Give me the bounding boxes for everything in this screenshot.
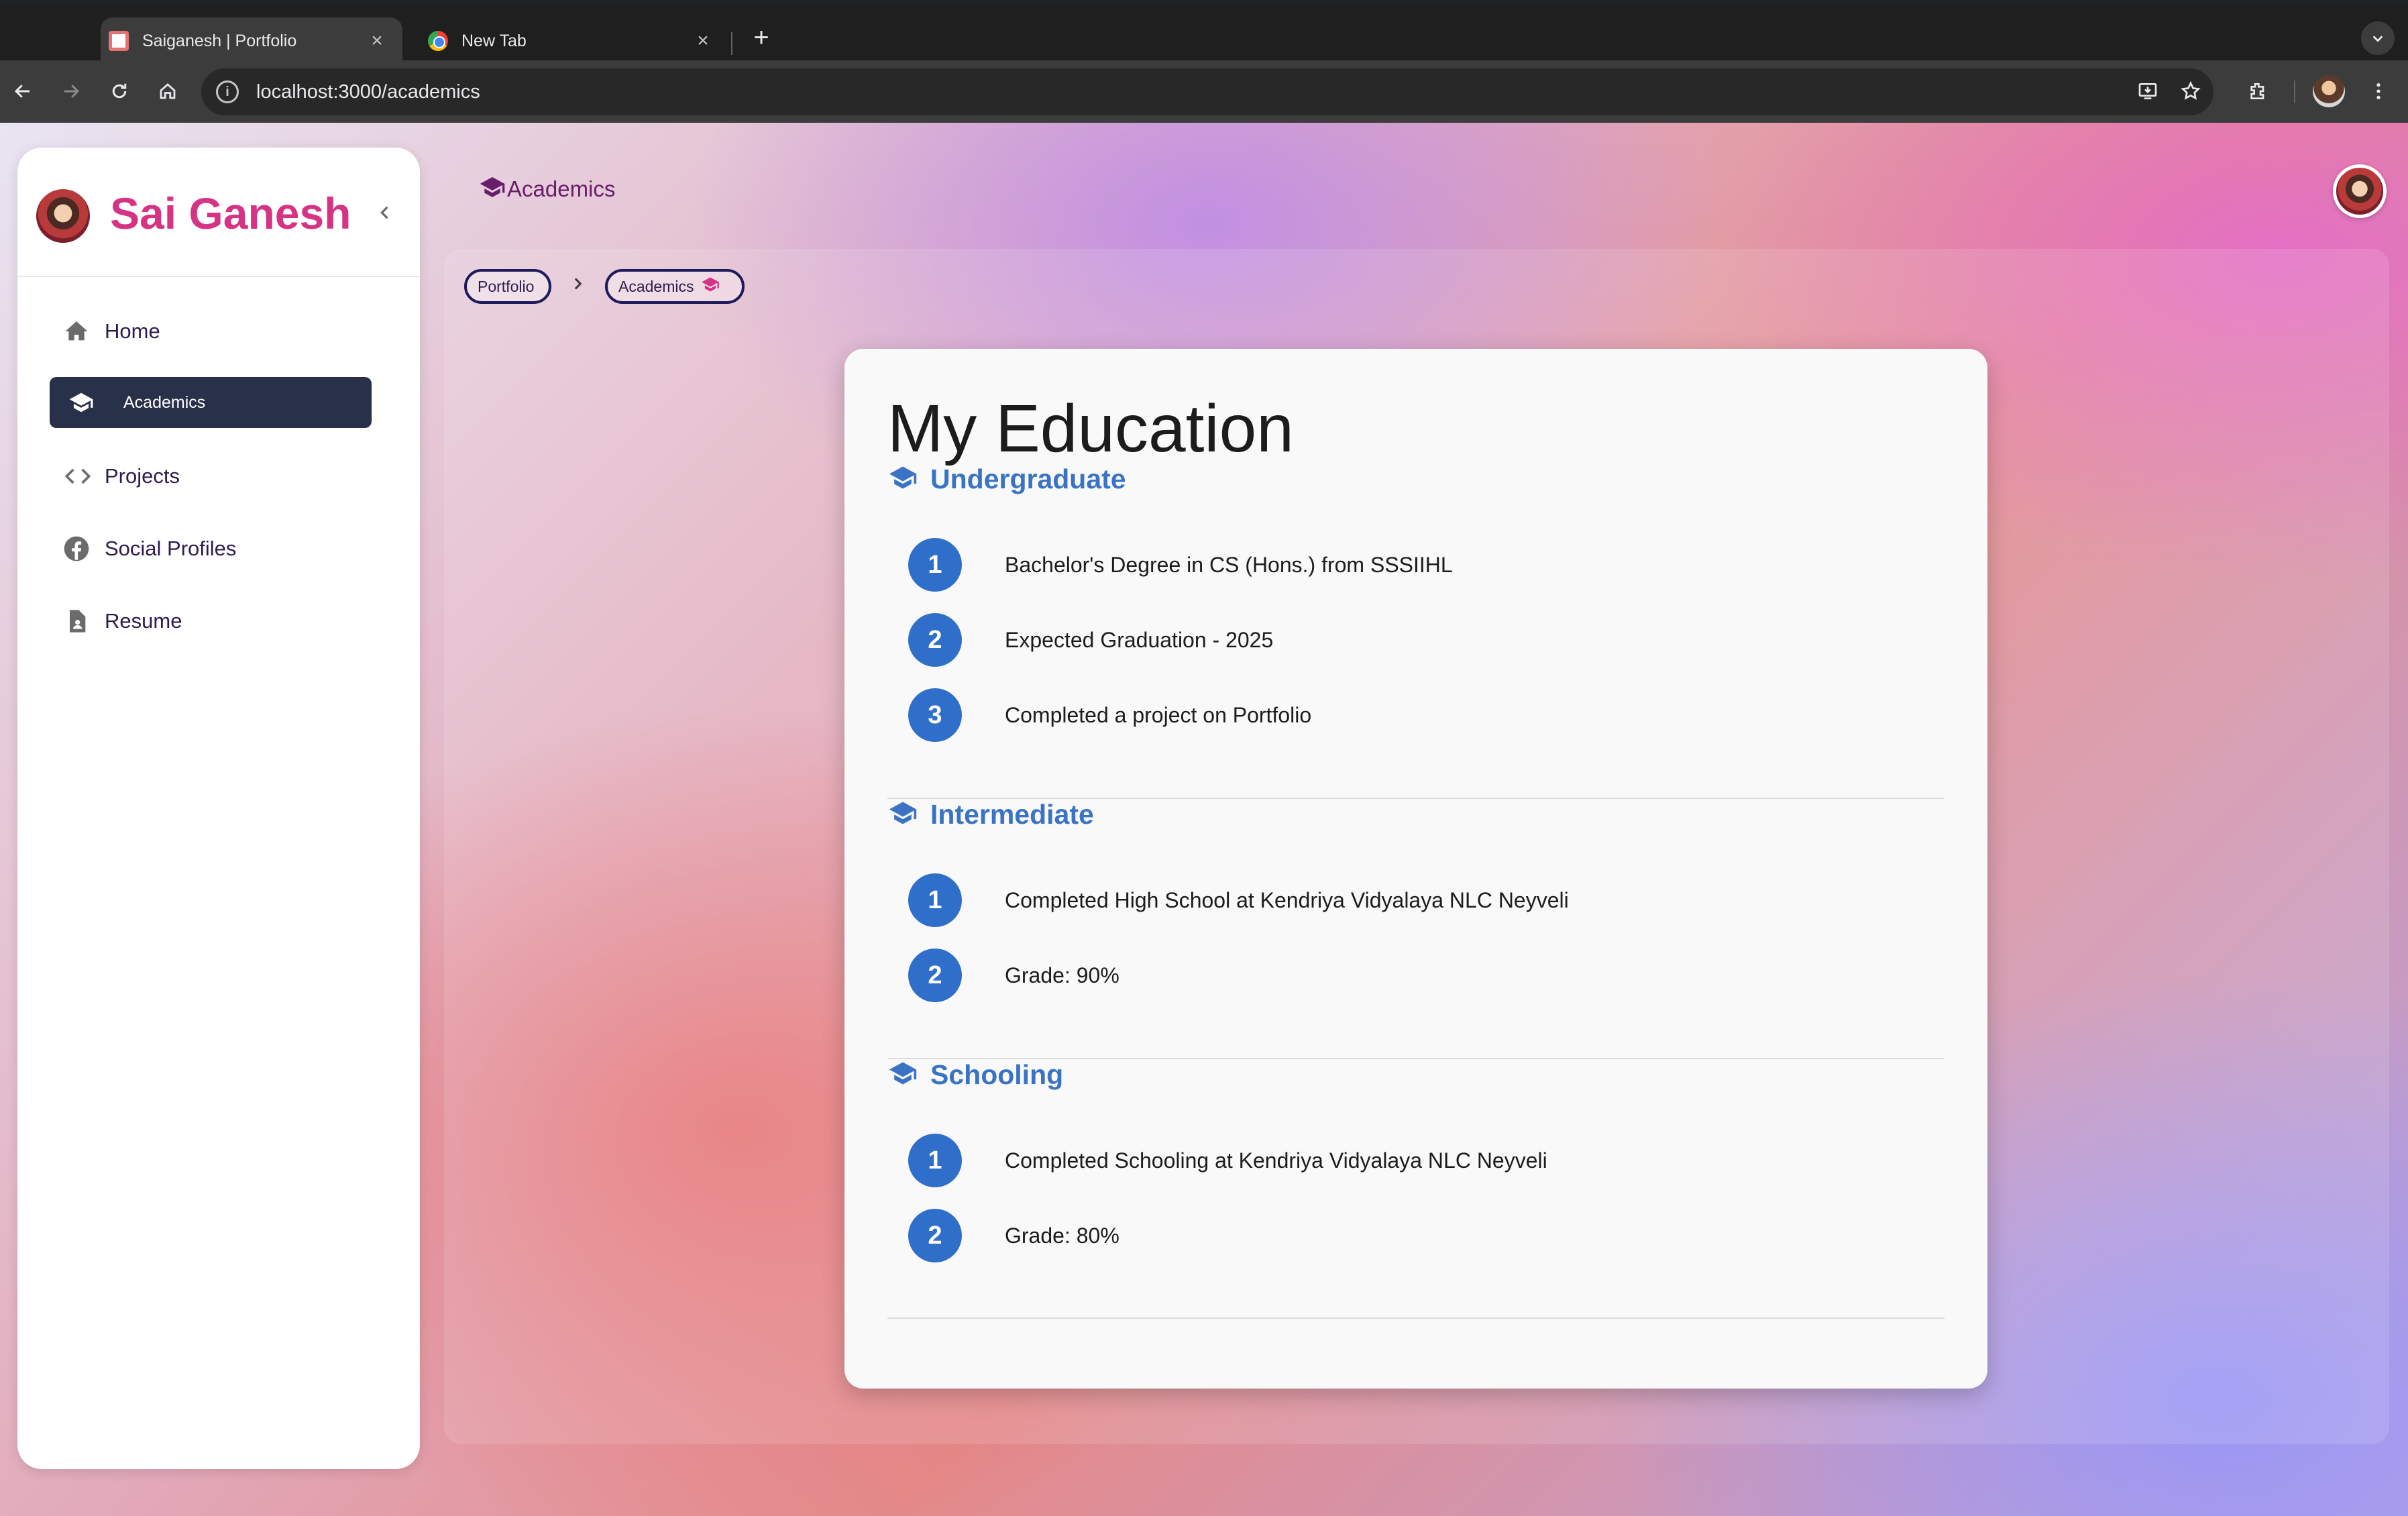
- list-item-text: Completed a project on Portfolio: [1005, 702, 1312, 727]
- sidebar-item-label: Home: [105, 319, 160, 343]
- extensions-icon[interactable]: [2240, 74, 2275, 109]
- sidebar-item-academics[interactable]: Academics: [50, 377, 372, 428]
- sidebar-item-resume[interactable]: Resume: [44, 594, 393, 648]
- chrome-favicon-icon: [428, 31, 448, 51]
- number-badge: 3: [908, 688, 962, 742]
- portfolio-favicon-icon: [109, 31, 129, 51]
- number-badge: 1: [908, 1134, 962, 1187]
- graduation-cap-icon: [478, 174, 507, 204]
- number-badge: 2: [908, 949, 962, 1002]
- number-badge: 1: [908, 538, 962, 592]
- list-item: 2 Grade: 80%: [908, 1209, 1119, 1262]
- bookmark-star-icon[interactable]: [2173, 74, 2208, 109]
- graduation-cap-icon: [700, 275, 720, 298]
- back-icon[interactable]: [5, 74, 40, 109]
- sidebar-item-projects[interactable]: Projects: [44, 449, 393, 503]
- tab-search-chevron-icon[interactable]: [2361, 21, 2395, 55]
- home-icon: [44, 318, 105, 345]
- list-item: 3 Completed a project on Portfolio: [908, 688, 1311, 742]
- address-bar[interactable]: i localhost:3000/academics: [201, 68, 2213, 115]
- section-heading-intermediate: Intermediate: [887, 798, 1094, 831]
- number-badge: 2: [908, 1209, 962, 1262]
- sidebar-header: Sai Ganesh: [17, 148, 420, 277]
- home-icon[interactable]: [150, 74, 185, 109]
- list-item-text: Completed Schooling at Kendriya Vidyalay…: [1005, 1148, 1547, 1173]
- sidebar-item-home[interactable]: Home: [44, 305, 393, 358]
- sidebar-item-label: Resume: [105, 609, 182, 633]
- page-viewport: Sai Ganesh Home Academics Projects Socia…: [0, 123, 2408, 1516]
- browser-profile-avatar[interactable]: [2313, 75, 2345, 107]
- avatar: [36, 189, 90, 243]
- graduation-cap-icon: [50, 390, 123, 415]
- section-heading-label: Intermediate: [930, 799, 1094, 830]
- site-info-icon[interactable]: i: [216, 80, 239, 103]
- list-item-text: Grade: 80%: [1005, 1223, 1119, 1248]
- education-title: My Education: [887, 391, 1294, 466]
- tab-portfolio[interactable]: Saiganesh | Portfolio ×: [101, 17, 402, 64]
- sidebar-item-label: Social Profiles: [105, 537, 237, 560]
- education-card: My Education Undergraduate 1 Bachelor's …: [844, 349, 1987, 1389]
- reload-icon[interactable]: [102, 74, 137, 109]
- section-heading-schooling: Schooling: [887, 1059, 1063, 1091]
- breadcrumb-portfolio[interactable]: Portfolio: [464, 269, 551, 304]
- list-item: 1 Completed High School at Kendriya Vidy…: [908, 873, 1569, 927]
- browser-toolbar: i localhost:3000/academics: [0, 60, 2408, 123]
- toolbar-separator: [2294, 80, 2295, 103]
- sidebar-name: Sai Ganesh: [110, 188, 351, 238]
- install-app-icon[interactable]: [2130, 74, 2165, 109]
- forward-icon[interactable]: [54, 74, 89, 109]
- list-item: 1 Completed Schooling at Kendriya Vidyal…: [908, 1134, 1547, 1187]
- graduation-cap-icon: [887, 798, 918, 831]
- list-item-text: Expected Graduation - 2025: [1005, 627, 1274, 652]
- code-icon: [44, 463, 105, 490]
- list-item-text: Bachelor's Degree in CS (Hons.) from SSS…: [1005, 552, 1453, 577]
- document-icon: [44, 608, 105, 635]
- section-heading-label: Undergraduate: [930, 464, 1126, 494]
- list-item-text: Completed High School at Kendriya Vidyal…: [1005, 887, 1569, 912]
- tab-strip: Saiganesh | Portfolio × New Tab × +: [0, 5, 2408, 64]
- breadcrumb-label: Academics: [618, 277, 694, 295]
- graduation-cap-icon: [887, 463, 918, 496]
- number-badge: 1: [908, 873, 962, 927]
- section-heading-label: Schooling: [930, 1059, 1064, 1090]
- sidebar-item-label: Academics: [123, 392, 206, 412]
- breadcrumb-label: Portfolio: [478, 277, 535, 295]
- sidebar-item-social-profiles[interactable]: Social Profiles: [44, 522, 393, 576]
- tab-title: New Tab: [461, 31, 527, 50]
- tab-title: Saiganesh | Portfolio: [142, 31, 297, 50]
- sidebar: Sai Ganesh Home Academics Projects Socia…: [17, 148, 420, 1469]
- breadcrumb-academics[interactable]: Academics: [605, 269, 745, 304]
- sidebar-item-label: Projects: [105, 464, 180, 488]
- new-tab-button[interactable]: +: [745, 23, 778, 53]
- close-tab-icon[interactable]: ×: [365, 30, 389, 52]
- number-badge: 2: [908, 613, 962, 667]
- list-item-text: Grade: 90%: [1005, 963, 1119, 987]
- list-item: 2 Grade: 90%: [908, 949, 1119, 1002]
- close-tab-icon[interactable]: ×: [691, 30, 715, 52]
- list-item: 2 Expected Graduation - 2025: [908, 613, 1273, 667]
- facebook-icon: [44, 535, 105, 562]
- page-title-label: Academics: [507, 176, 616, 201]
- section-divider: [887, 1317, 1945, 1319]
- collapse-sidebar-icon[interactable]: [376, 200, 394, 229]
- url-text: localhost:3000/academics: [256, 80, 480, 103]
- page-title: Academics: [478, 174, 615, 204]
- user-avatar[interactable]: [2333, 164, 2387, 218]
- list-item: 1 Bachelor's Degree in CS (Hons.) from S…: [908, 538, 1453, 592]
- graduation-cap-icon: [887, 1059, 918, 1091]
- browser-chrome: Saiganesh | Portfolio × New Tab × + i lo…: [0, 0, 2408, 123]
- breadcrumb-chevron-icon: [569, 272, 586, 300]
- section-heading-undergraduate: Undergraduate: [887, 463, 1126, 496]
- tab-separator: [731, 32, 732, 55]
- tab-new-tab[interactable]: New Tab ×: [420, 17, 728, 64]
- browser-menu-icon[interactable]: [2361, 74, 2396, 109]
